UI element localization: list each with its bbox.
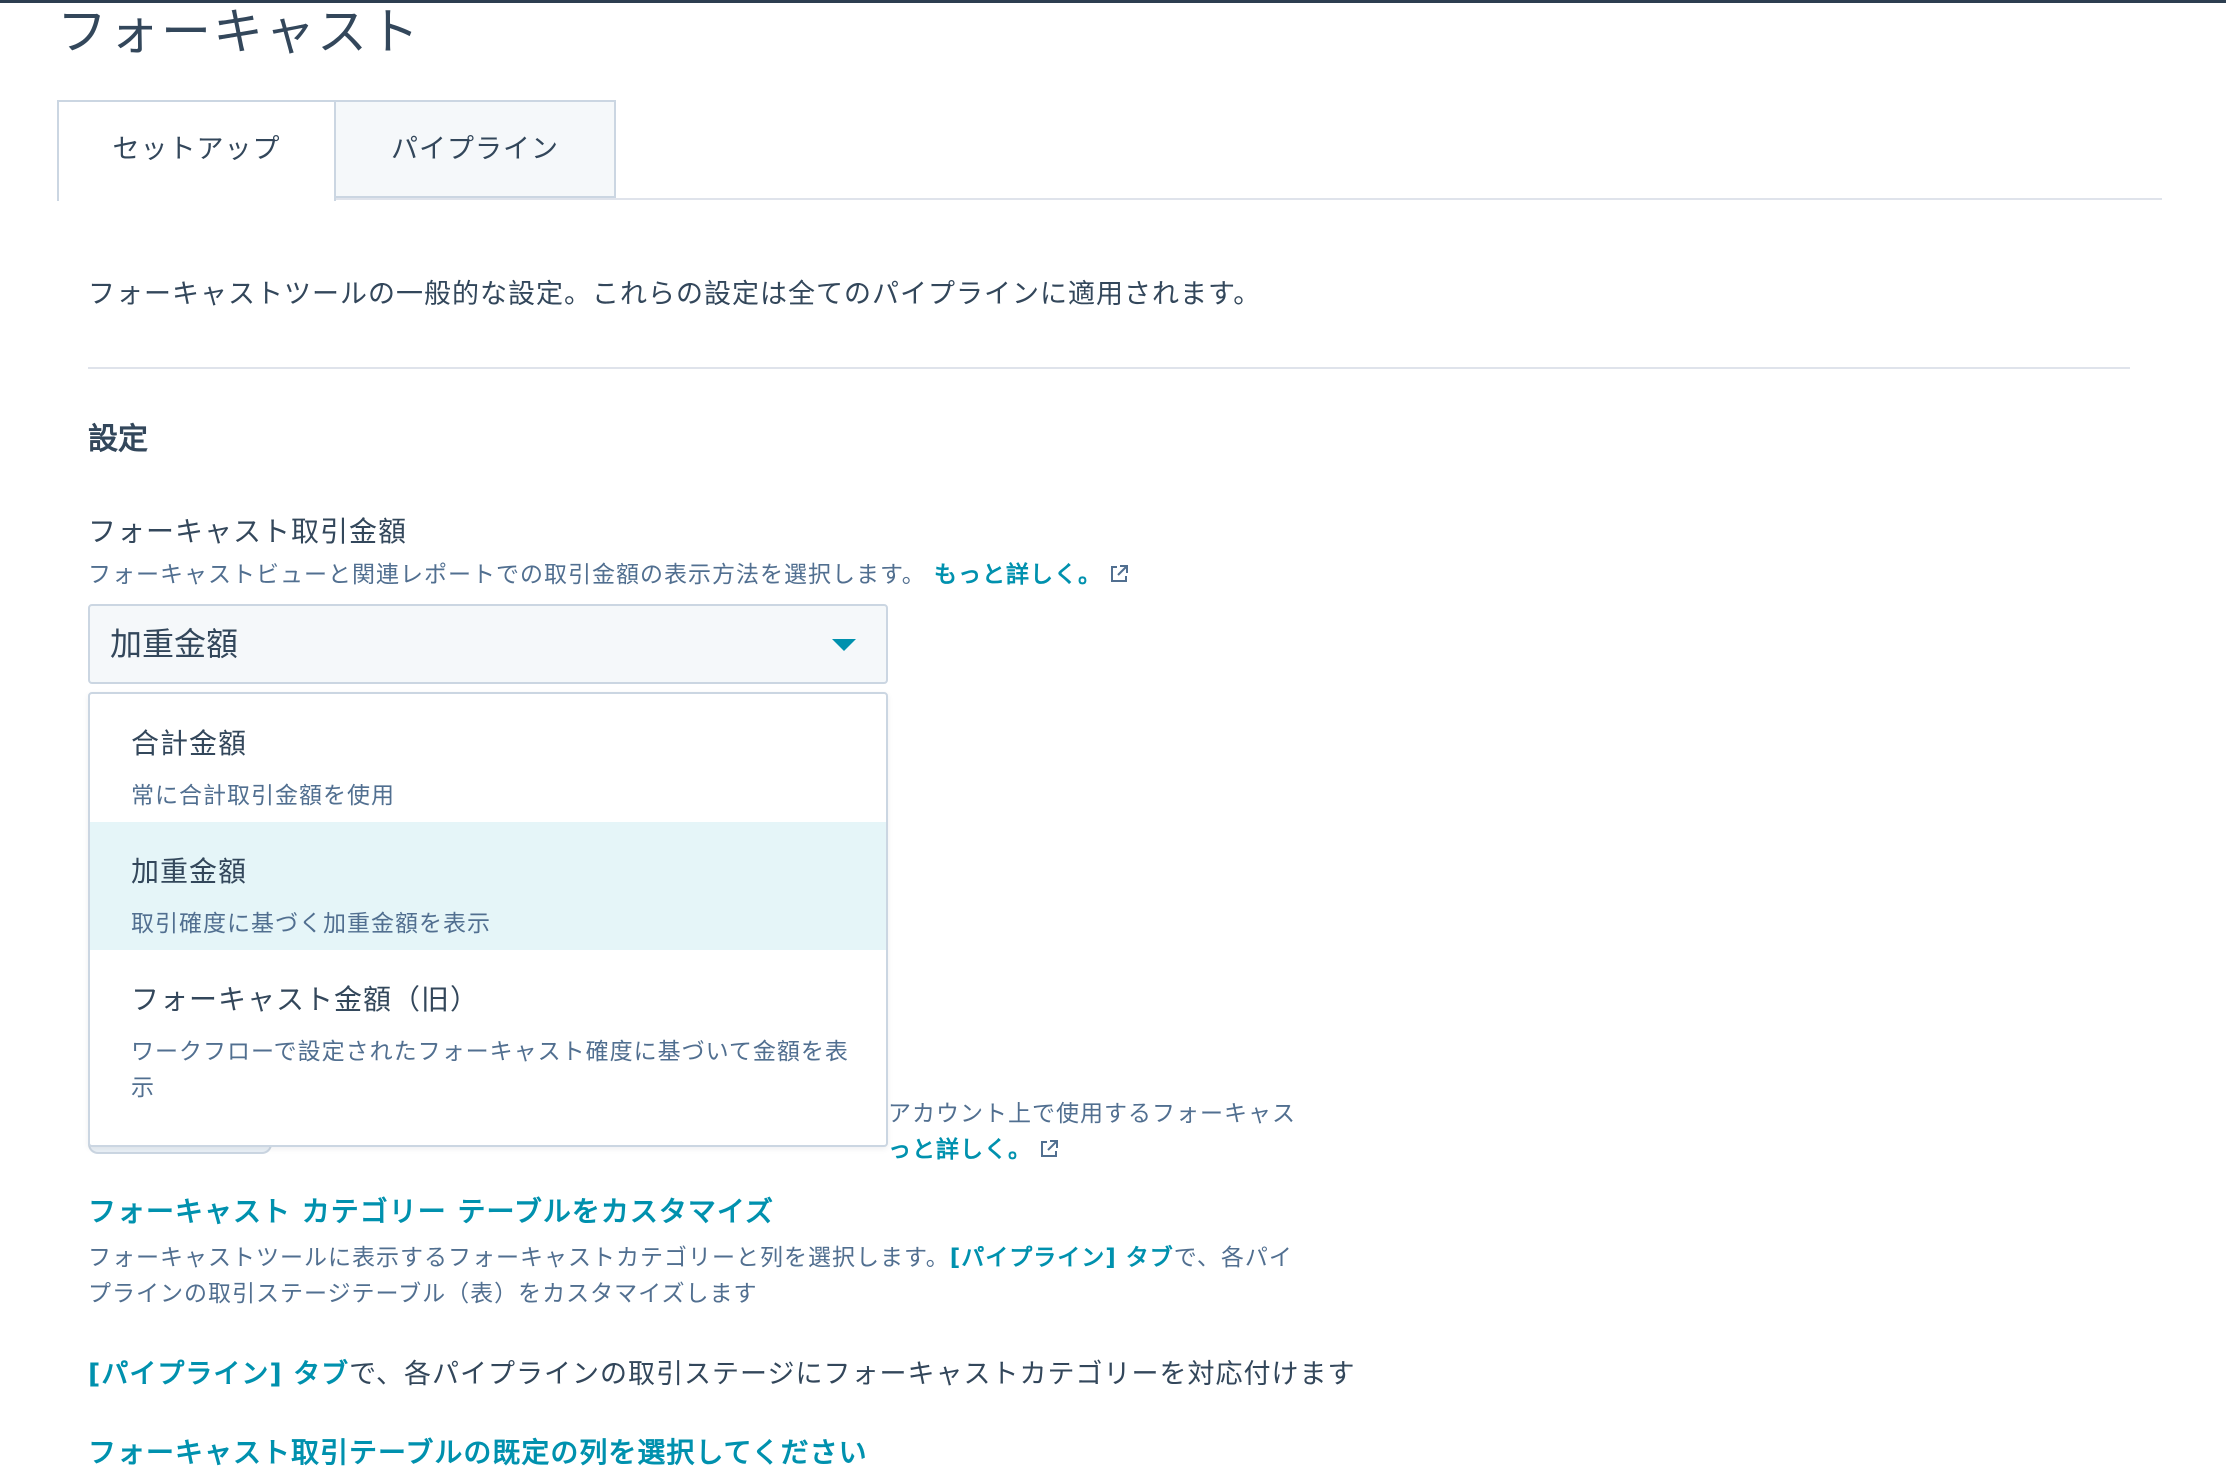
page-title: フォーキャスト [57, 3, 421, 61]
option-description: 取引確度に基づく加重金額を表示 [131, 911, 491, 937]
forecast-amount-label: フォーキャスト取引金額 [88, 515, 408, 548]
default-columns-link[interactable]: フォーキャスト取引テーブルの既定の列を選択してください [88, 1433, 868, 1470]
forecast-settings-page: フォーキャスト セットアップ パイプライン フォーキャストツールの一般的な設定。… [0, 0, 2226, 1470]
option-title: 加重金額 [131, 855, 248, 888]
option-description: ワークフローで設定されたフォーキャスト確度に基づいて金額を表示 [131, 1039, 849, 1101]
obscured-help-line-1: アカウント上で使用するフォーキャス [888, 1101, 1296, 1127]
option-total-amount[interactable]: 合計金額 常に合計取引金額を使用 [90, 694, 886, 822]
obscured-learn-more-link[interactable]: っと詳しく。 [888, 1137, 1032, 1163]
category-table-description: フォーキャストツールに表示するフォーキャストカテゴリーと列を選択します。[パイプ… [88, 1240, 1308, 1312]
option-weighted-amount[interactable]: 加重金額 取引確度に基づく加重金額を表示 [90, 822, 886, 950]
learn-more-link[interactable]: もっと詳しく。 [934, 562, 1102, 588]
forecast-amount-help: フォーキャストビューと関連レポートでの取引金額の表示方法を選択します。 もっと詳… [88, 558, 1130, 592]
pipeline-mapping-text: [パイプライン] タブで、各パイプラインの取引ステージにフォーキャストカテゴリー… [88, 1355, 1355, 1395]
option-description: 常に合計取引金額を使用 [131, 783, 395, 809]
pipeline-tab-link[interactable]: [パイプライン] タブ [88, 1359, 349, 1390]
intro-text: フォーキャストツールの一般的な設定。これらの設定は全てのパイプラインに適用されま… [88, 279, 1262, 310]
pipeline-tab-link[interactable]: [パイプライン] タブ [950, 1245, 1174, 1271]
external-link-icon[interactable] [1038, 1135, 1060, 1157]
forecast-amount-select[interactable]: 加重金額 [88, 604, 888, 684]
tab-baseline [57, 198, 2162, 200]
obscured-help-line-2: っと詳しく。 [888, 1132, 1060, 1168]
tab-bar: セットアップ パイプライン [57, 100, 2162, 201]
forecast-amount-dropdown: 合計金額 常に合計取引金額を使用 加重金額 取引確度に基づく加重金額を表示 フォ… [88, 692, 888, 1147]
category-table-desc-before: フォーキャストツールに表示するフォーキャストカテゴリーと列を選択します。 [88, 1245, 950, 1271]
select-value: 加重金額 [110, 625, 239, 663]
pipeline-mapping-desc: で、各パイプラインの取引ステージにフォーキャストカテゴリーを対応付けます [349, 1359, 1356, 1390]
option-forecast-amount-legacy[interactable]: フォーキャスト金額（旧） ワークフローで設定されたフォーキャスト確度に基づいて金… [90, 950, 886, 1145]
option-title: フォーキャスト金額（旧） [131, 983, 480, 1016]
caret-down-icon [832, 639, 856, 651]
option-title: 合計金額 [131, 727, 248, 760]
settings-heading: 設定 [88, 422, 148, 457]
tab-pipeline[interactable]: パイプライン [336, 100, 616, 198]
forecast-amount-help-text: フォーキャストビューと関連レポートでの取引金額の表示方法を選択します。 [88, 562, 926, 588]
customize-category-table-link[interactable]: フォーキャスト カテゴリー テーブルをカスタマイズ [88, 1192, 774, 1232]
external-link-icon[interactable] [1108, 561, 1130, 583]
section-divider [88, 367, 2130, 369]
tab-setup[interactable]: セットアップ [57, 100, 336, 201]
